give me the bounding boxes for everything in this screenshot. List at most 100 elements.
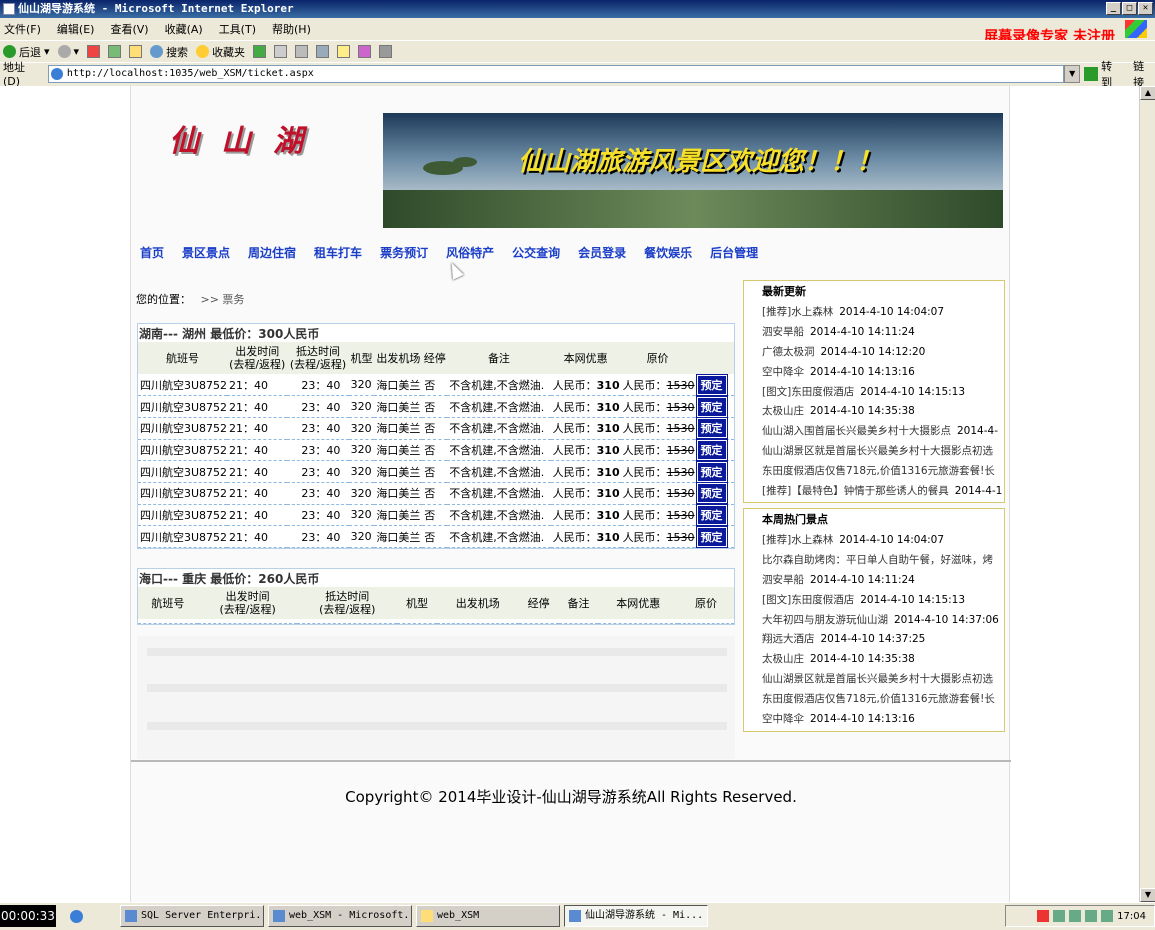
book-button[interactable]: 预定 [695,438,728,461]
departure-airport: 海口美兰 [374,395,423,418]
links-button[interactable]: 链接 [1133,58,1155,90]
news-link[interactable]: 仙山湖入围首届长兴最美乡村十大摄影点 2014-4- [762,422,1004,442]
mail-icon[interactable] [274,45,288,58]
menu-file[interactable]: 文件(F) [4,21,41,37]
remark: 不含机建,不含燃油. [447,504,551,527]
menu-favorites[interactable]: 收藏(A) [165,21,203,37]
news-link[interactable]: 空中降伞 2014-4-10 14:13:16 [762,363,1004,383]
home-icon[interactable] [129,45,143,58]
news-link[interactable]: 广德太极洞 2014-4-10 14:12:20 [762,343,1004,363]
scroll-up-button[interactable]: ▲ [1140,86,1155,100]
nav-tickets[interactable]: 票务预订 [380,244,428,261]
tray-icon[interactable] [1069,910,1082,922]
hot-spots-box: 本周热门景点 [推荐]水上森林 2014-4-10 14:04:07 比尔森自助烤肉… [743,508,1005,732]
tray-icon[interactable] [1101,910,1114,922]
task-folder[interactable]: web_XSM [416,905,560,927]
hot-list: [推荐]水上森林 2014-4-10 14:04:07 比尔森自助烤肉：平日单人自助… [762,531,1004,730]
quicklaunch-ie-icon[interactable] [70,910,83,923]
go-button[interactable]: 转到 [1084,58,1123,90]
task-visual-studio[interactable]: web_XSM - Microsoft... [268,905,412,927]
book-button[interactable]: 预定 [695,395,728,418]
news-link[interactable]: [图文]东田度假酒店 2014-4-10 14:15:13 [762,591,1004,611]
news-link[interactable]: 翔远大酒店 2014-4-10 14:37:25 [762,630,1004,650]
news-link[interactable]: 空中降伞 2014-4-10 14:13:16 [762,710,1004,730]
address-dropdown-button[interactable]: ▼ [1064,64,1081,83]
news-link[interactable]: 太极山庄 2014-4-10 14:35:38 [762,402,1004,422]
menu-tools[interactable]: 工具(T) [219,21,256,37]
news-title: 东田度假酒店仅售718元,价值1316元旅游套餐!长 [762,693,995,706]
menu-help[interactable]: 帮助(H) [272,21,311,37]
menu-view[interactable]: 查看(V) [110,21,148,37]
arrival-time: 23：40 [287,374,349,397]
nav-dining[interactable]: 餐饮娱乐 [644,244,692,261]
maximize-button[interactable]: □ [1122,2,1137,15]
book-button[interactable]: 预定 [695,503,728,526]
site-logo[interactable]: 仙山湖 [169,116,325,160]
address-input[interactable]: http://localhost:1035/web_XSM/ticket.asp… [47,64,1065,83]
news-link[interactable]: 比尔森自助烤肉：平日单人自助午餐，好滋味，烤 [762,551,1004,571]
nav-bus[interactable]: 公交查询 [512,244,560,261]
table-row: 四川航空3U8752 21：40 23：40 320 海口美兰否不含机建,不含燃油. 人民… [138,482,734,505]
hot-title: 本周热门景点 [762,513,828,526]
column-header: 抵达时间 (去程/返程) [297,587,398,619]
news-link[interactable]: 大年初四与朋友游玩仙山湖 2014-4-10 14:37:06 [762,611,1004,631]
task-ie-active[interactable]: 仙山湖导游系统 - Mi... [564,905,708,927]
refresh-icon[interactable] [108,45,122,58]
folder-icon[interactable] [337,45,351,58]
remark: 不含机建,不含燃油. [447,417,551,440]
history-icon[interactable] [253,45,267,58]
book-button[interactable]: 预定 [695,525,728,548]
nav-lodging[interactable]: 周边住宿 [248,244,296,261]
nav-login[interactable]: 会员登录 [578,244,626,261]
news-date: 2014-4- [957,425,998,438]
tray-icon[interactable] [1053,910,1066,922]
news-title: [推荐]【最特色】钟情于那些诱人的餐具 [762,485,949,498]
stop-icon[interactable] [87,45,101,58]
book-button[interactable]: 预定 [695,460,728,483]
tray-icon[interactable] [1037,910,1050,922]
forward-button[interactable]: ▾ [57,45,79,58]
news-link[interactable]: [图文]东田度假酒店 2014-4-10 14:15:13 [762,383,1004,403]
nav-home[interactable]: 首页 [140,244,164,261]
forward-arrow-icon [57,45,71,58]
news-link[interactable]: [推荐]【最特色】钟情于那些诱人的餐具 2014-4-1 [762,482,1004,502]
close-button[interactable]: ✕ [1138,2,1153,15]
original-price: 人民币：1530 [620,439,695,462]
search-button[interactable]: 搜索 [150,44,188,60]
book-cell: 预定 [694,525,734,548]
mouse-cursor-icon [446,260,464,280]
scroll-down-button[interactable]: ▼ [1140,888,1155,902]
column-header: 出发机场 [436,587,519,619]
site-banner: 仙山湖旅游风景区欢迎您！！！ [383,113,1003,228]
news-link[interactable]: [推荐]水上森林 2014-4-10 14:04:07 [762,303,1004,323]
nav-attractions[interactable]: 景区景点 [182,244,230,261]
nav-taxi[interactable]: 租车打车 [314,244,362,261]
news-link[interactable]: 东田度假酒店仅售718元,价值1316元旅游套餐!长 [762,462,1004,482]
news-link[interactable]: 泗安旱船 2014-4-10 14:11:24 [762,571,1004,591]
book-button[interactable]: 预定 [695,373,728,396]
messenger-icon[interactable] [358,45,372,58]
favorites-button[interactable]: 收藏夹 [196,44,245,60]
minimize-button[interactable]: _ [1106,2,1121,15]
news-link[interactable]: 太极山庄 2014-4-10 14:35:38 [762,650,1004,670]
page-icon [50,67,63,80]
research-icon[interactable] [379,45,393,58]
news-link[interactable]: [推荐]水上森林 2014-4-10 14:04:07 [762,531,1004,551]
print-icon[interactable] [295,45,309,58]
task-sql-server[interactable]: SQL Server Enterpri... [120,905,264,927]
edit-icon[interactable] [316,45,330,58]
book-button[interactable]: 预定 [695,482,728,505]
news-link[interactable]: 泗安旱船 2014-4-10 14:11:24 [762,323,1004,343]
news-link[interactable]: 东田度假酒店仅售718元,价值1316元旅游套餐!长 [762,690,1004,710]
menu-edit[interactable]: 编辑(E) [57,21,95,37]
vertical-scrollbar[interactable]: ▲ ▼ [1139,86,1155,902]
news-link[interactable]: 仙山湖景区就是首届长兴最美乡村十大摄影点初选 [762,442,1004,462]
book-button[interactable]: 预定 [695,417,728,440]
back-button[interactable]: 后退 ▾ [3,44,50,60]
departure-airport: 海口美兰 [374,504,423,527]
original-label: 人民币： [622,400,667,414]
nav-specialties[interactable]: 风俗特产 [446,244,494,261]
nav-admin[interactable]: 后台管理 [710,244,758,261]
news-link[interactable]: 仙山湖景区就是首届长兴最美乡村十大摄影点初选 [762,670,1004,690]
tray-icon[interactable] [1085,910,1098,922]
